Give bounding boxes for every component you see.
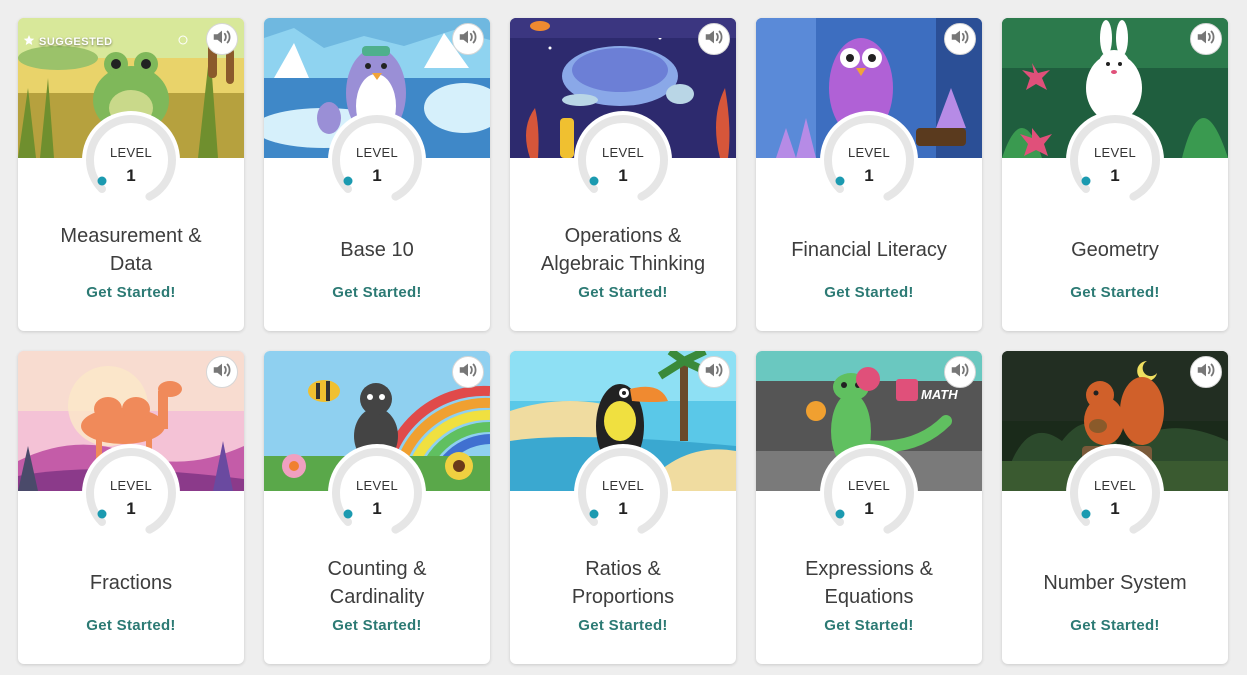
skill-card-camel[interactable]: LEVEL 1 Fractions Get Started! [18,351,244,664]
card-title: Measurement & Data [60,225,202,275]
level-label: LEVEL [356,478,398,493]
sound-button[interactable] [452,23,484,55]
level-indicator: LEVEL 1 [573,110,673,210]
get-started-link[interactable]: Get Started! [264,284,490,301]
get-started-link[interactable]: Get Started! [756,284,982,301]
star-icon [23,34,35,49]
level-label: LEVEL [110,145,152,160]
speaker-icon [949,359,971,386]
level-label: LEVEL [848,478,890,493]
card-title: Base 10 [340,239,414,261]
level-label: LEVEL [110,478,152,493]
sound-button[interactable] [698,356,730,388]
level-indicator: LEVEL 1 [573,443,673,543]
level-number: 1 [126,499,136,518]
illustration-math-sign: MATH [921,387,958,402]
skill-card-squirrel[interactable]: LEVEL 1 Number System Get Started! [1002,351,1228,664]
level-number: 1 [372,166,382,185]
speaker-icon [703,359,725,386]
get-started-link[interactable]: Get Started! [756,617,982,634]
level-indicator: LEVEL 1 [327,110,427,210]
level-progress-ring [82,111,180,209]
speaker-icon [949,26,971,53]
skill-card-gator[interactable]: MATH LEVEL 1 Expressions & Equations Get… [756,351,982,664]
sound-button[interactable] [1190,23,1222,55]
speaker-icon [457,359,479,386]
sound-button[interactable] [206,356,238,388]
level-label: LEVEL [356,145,398,160]
level-number: 1 [864,499,874,518]
skill-card-grid: SUGGESTED LEVEL 1 Measurement & Data Get… [18,18,1228,664]
level-progress-ring [820,444,918,542]
get-started-link[interactable]: Get Started! [510,617,736,634]
get-started-link[interactable]: Get Started! [18,284,244,301]
level-indicator: LEVEL 1 [819,110,919,210]
get-started-link[interactable]: Get Started! [510,284,736,301]
level-progress-ring [328,444,426,542]
speaker-icon [457,26,479,53]
level-progress-ring [82,444,180,542]
sound-button[interactable] [944,23,976,55]
skill-card-frog[interactable]: SUGGESTED LEVEL 1 Measurement & Data Get… [18,18,244,331]
level-progress-ring [1066,111,1164,209]
level-progress-ring [574,444,672,542]
speaker-icon [211,26,233,53]
sound-button[interactable] [452,356,484,388]
skill-card-ant[interactable]: LEVEL 1 Counting & Cardinality Get Start… [264,351,490,664]
level-label: LEVEL [848,145,890,160]
skill-card-toucan[interactable]: LEVEL 1 Ratios & Proportions Get Started… [510,351,736,664]
level-indicator: LEVEL 1 [81,110,181,210]
suggested-badge: SUGGESTED [23,34,113,49]
level-number: 1 [864,166,874,185]
skill-card-penguin[interactable]: LEVEL 1 Base 10 Get Started! [264,18,490,331]
level-indicator: LEVEL 1 [819,443,919,543]
get-started-link[interactable]: Get Started! [264,617,490,634]
skill-card-bunny[interactable]: LEVEL 1 Geometry Get Started! [1002,18,1228,331]
suggested-label: SUGGESTED [39,35,113,48]
get-started-link[interactable]: Get Started! [1002,617,1228,634]
speaker-icon [703,26,725,53]
level-label: LEVEL [602,145,644,160]
card-title: Expressions & Equations [805,558,933,608]
level-label: LEVEL [1094,145,1136,160]
level-label: LEVEL [602,478,644,493]
sound-button[interactable] [206,23,238,55]
get-started-link[interactable]: Get Started! [1002,284,1228,301]
level-indicator: LEVEL 1 [1065,110,1165,210]
card-title: Number System [1043,572,1187,594]
sound-button[interactable] [1190,356,1222,388]
level-number: 1 [126,166,136,185]
speaker-icon [1195,359,1217,386]
level-indicator: LEVEL 1 [81,443,181,543]
level-number: 1 [618,499,628,518]
card-title: Counting & Cardinality [327,558,427,608]
level-number: 1 [618,166,628,185]
level-progress-ring [328,111,426,209]
card-title: Financial Literacy [791,239,947,261]
skill-card-owl[interactable]: LEVEL 1 Financial Literacy Get Started! [756,18,982,331]
level-progress-ring [574,111,672,209]
level-label: LEVEL [1094,478,1136,493]
sound-button[interactable] [698,23,730,55]
level-number: 1 [1110,499,1120,518]
card-title: Ratios & Proportions [571,558,675,608]
level-progress-ring [820,111,918,209]
level-progress-ring [1066,444,1164,542]
level-number: 1 [1110,166,1120,185]
card-title: Fractions [89,572,173,594]
card-title: Geometry [1071,239,1159,261]
card-title: Operations & Algebraic Thinking [540,225,706,275]
skill-card-turtle[interactable]: LEVEL 1 Operations & Algebraic Thinking … [510,18,736,331]
speaker-icon [1195,26,1217,53]
get-started-link[interactable]: Get Started! [18,617,244,634]
level-indicator: LEVEL 1 [327,443,427,543]
level-indicator: LEVEL 1 [1065,443,1165,543]
speaker-icon [211,359,233,386]
level-number: 1 [372,499,382,518]
sound-button[interactable] [944,356,976,388]
